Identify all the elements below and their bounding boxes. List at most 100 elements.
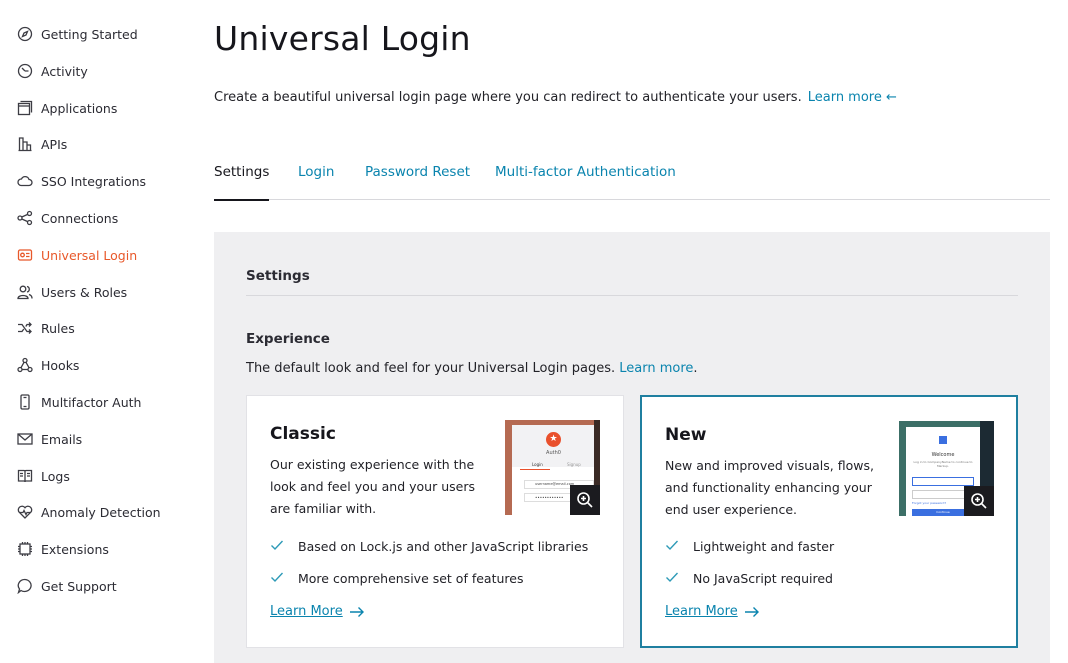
preview-forgot-link: Forgot your password? [912,501,947,505]
checkmark-icon [270,538,286,554]
phone-icon [17,394,33,410]
settings-panel: Settings Experience The default look and… [214,232,1050,663]
sidebar-item-rules[interactable]: Rules [17,317,75,339]
experience-description: The default look and feel for your Unive… [246,361,698,376]
sidebar-item-label: Connections [41,210,119,226]
sidebar-item-label: Extensions [41,541,109,557]
auth0-logo-icon: ★ [546,432,561,447]
preview-input-field [912,477,974,486]
preview-subtitle: Log in to CompanyName to continue to Mar… [913,460,973,468]
sidebar-item-label: Get Support [41,578,117,594]
classic-preview-thumbnail[interactable]: ★ Auth0 Login Signup username@email.com … [505,420,600,515]
preview-welcome: Welcome [931,452,955,458]
sidebar-item-label: Universal Login [41,247,138,263]
feature-item: No JavaScript required [665,570,833,586]
experience-title: Experience [246,331,330,347]
feature-label: More comprehensive set of features [298,570,524,586]
sidebar-item-connections[interactable]: Connections [17,207,118,229]
checkmark-icon [270,570,286,586]
tab-settings[interactable]: Settings [214,164,270,201]
sidebar-item-label: SSO Integrations [41,173,147,189]
sidebar-item-hooks[interactable]: Hooks [17,354,79,376]
sidebar-item-activity[interactable]: Activity [17,60,88,82]
chip-icon [17,541,33,557]
preview-tab-login: Login [532,462,543,467]
tab-password-reset[interactable]: Password Reset [365,164,470,200]
tab-bar: Settings Login Password Reset Multi-fact… [214,164,1050,201]
card-title: Classic [270,424,336,444]
sidebar-item-extensions[interactable]: Extensions [17,538,109,560]
classic-learn-more-link[interactable]: Learn More [270,604,365,619]
sidebar-item-label: Multifactor Auth [41,394,142,410]
page-description: Create a beautiful universal login page … [214,90,897,105]
sidebar-item-logs[interactable]: Logs [17,465,70,487]
sidebar-item-apis[interactable]: APIs [17,133,67,155]
experience-learn-more-link[interactable]: Learn more [619,361,693,376]
learn-more-label: Learn More [665,604,738,619]
applications-icon [17,100,33,116]
login-box-icon [17,247,33,263]
sidebar-item-universal-login[interactable]: Universal Login [17,244,137,266]
card-title: New [665,425,707,445]
preview-tab-signup: Signup [567,462,581,467]
activity-icon [17,63,33,79]
checkmark-icon [665,570,681,586]
sidebar-item-getting-started[interactable]: Getting Started [17,23,138,45]
new-learn-more-link[interactable]: Learn More [665,604,760,619]
sidebar-item-label: Getting Started [41,26,138,42]
mail-icon [17,431,33,447]
settings-section-title: Settings [246,268,310,284]
sidebar-item-sso-integrations[interactable]: SSO Integrations [17,170,146,192]
sidebar-item-applications[interactable]: Applications [17,97,117,119]
chat-bubble-icon [17,578,33,594]
page-description-text: Create a beautiful universal login page … [214,90,802,105]
sidebar-item-label: Emails [41,431,83,447]
experience-description-text: The default look and feel for your Unive… [246,361,616,376]
preview-logo-icon [939,436,947,444]
heart-icon [17,504,33,520]
tab-login[interactable]: Login [298,164,334,200]
preview-brand: Auth0 [546,450,561,456]
compass-icon [17,26,33,42]
new-preview-thumbnail[interactable]: Welcome Log in to CompanyName to continu… [899,421,994,516]
page-title: Universal Login [214,19,471,58]
zoom-button[interactable] [570,485,600,515]
sidebar-item-label: APIs [41,136,68,152]
checkmark-icon [665,538,681,554]
share-icon [17,210,33,226]
sidebar: Getting Started Activity Applications AP… [0,0,190,663]
sidebar-item-get-support[interactable]: Get Support [17,575,117,597]
sidebar-item-label: Activity [41,63,88,79]
learn-more-link[interactable]: Learn more ← [808,90,897,105]
apis-icon [17,136,33,152]
experience-card-new[interactable]: New New and improved visuals, flows, and… [640,395,1018,648]
learn-more-label: Learn More [270,604,343,619]
cloud-icon [17,173,33,189]
sidebar-item-label: Users & Roles [41,284,128,300]
feature-item: Lightweight and faster [665,538,834,554]
experience-link-suffix: . [693,361,698,376]
sidebar-item-label: Anomaly Detection [41,504,161,520]
sidebar-item-users-roles[interactable]: Users & Roles [17,281,127,303]
feature-label: Lightweight and faster [693,538,835,554]
feature-label: No JavaScript required [693,570,833,586]
tab-multi-factor-authentication[interactable]: Multi-factor Authentication [495,164,676,200]
feature-item: Based on Lock.js and other JavaScript li… [270,538,588,554]
book-icon [17,468,33,484]
sidebar-item-emails[interactable]: Emails [17,428,82,450]
sidebar-item-label: Applications [41,100,118,116]
experience-card-classic[interactable]: Classic Our existing experience with the… [246,395,624,648]
feature-item: More comprehensive set of features [270,570,523,586]
preview-tab-underline [520,469,550,470]
section-divider [246,295,1018,296]
card-description: New and improved visuals, flows, and fun… [665,458,874,517]
sidebar-item-anomaly-detection[interactable]: Anomaly Detection [17,501,161,523]
arrow-right-icon [349,606,364,617]
zoom-button[interactable] [964,486,994,516]
sidebar-item-multifactor-auth[interactable]: Multifactor Auth [17,391,141,413]
card-description: Our existing experience with the look an… [270,457,475,516]
arrow-right-icon [744,606,759,617]
sidebar-item-label: Rules [41,320,75,336]
rules-icon [17,320,33,336]
feature-label: Based on Lock.js and other JavaScript li… [298,538,589,554]
